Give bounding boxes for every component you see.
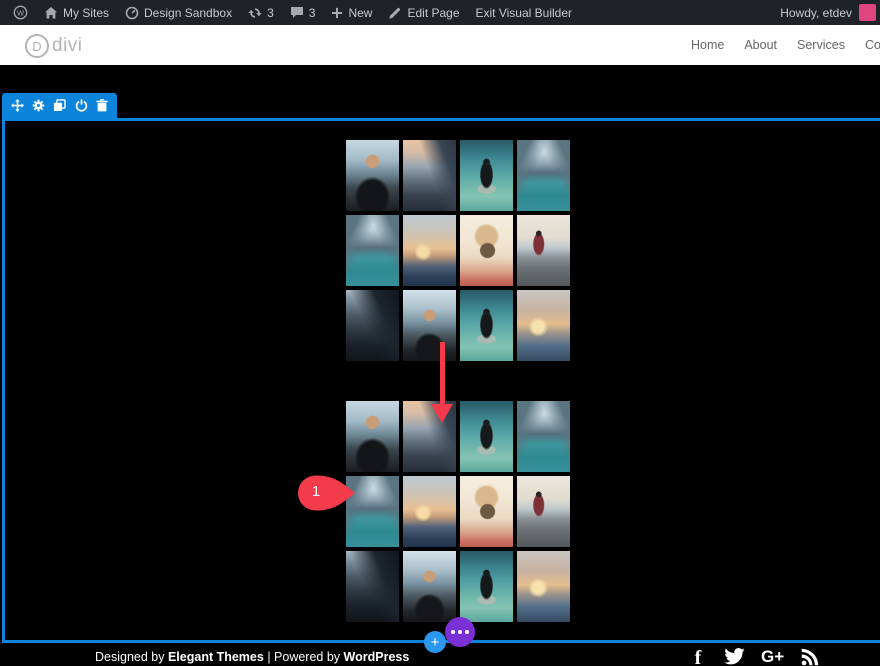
annotation-arrow-line bbox=[440, 342, 445, 405]
page-settings-button[interactable] bbox=[445, 617, 475, 647]
site-header: D divi Home About Services Contact bbox=[0, 25, 880, 65]
nav-item-services[interactable]: Services bbox=[797, 38, 845, 52]
admin-bar-item-label: My Sites bbox=[63, 5, 110, 20]
gallery-image-dark-gorge[interactable] bbox=[346, 290, 399, 361]
gallery-image-glacier-lake[interactable] bbox=[517, 140, 570, 211]
wordpress-link[interactable]: WordPress bbox=[344, 650, 410, 664]
gallery-image-lake-figure[interactable] bbox=[460, 551, 513, 622]
admin-bar-account: Howdy, etdev bbox=[780, 4, 880, 21]
nav-item-home[interactable]: Home bbox=[691, 38, 724, 52]
facebook-icon[interactable]: f bbox=[688, 648, 708, 666]
gallery-image-sea-sunset[interactable] bbox=[403, 476, 456, 547]
move-icon[interactable] bbox=[11, 99, 25, 112]
rss-icon[interactable] bbox=[800, 648, 820, 666]
admin-bar-item-label: 3 bbox=[267, 5, 274, 20]
trash-icon[interactable] bbox=[96, 99, 108, 112]
wordpress-icon: W bbox=[13, 5, 28, 20]
svg-text:W: W bbox=[17, 8, 25, 17]
gallery-module-2[interactable] bbox=[346, 401, 570, 622]
gallery-image-portrait-man-wide[interactable] bbox=[403, 290, 456, 361]
annotation-arrow-head-icon bbox=[431, 404, 453, 423]
duplicate-icon[interactable] bbox=[53, 99, 67, 112]
disable-icon[interactable] bbox=[75, 99, 88, 112]
credit-middle: | Powered by bbox=[263, 650, 344, 664]
twitter-icon[interactable] bbox=[724, 648, 745, 665]
gallery-image-coastal-figure[interactable] bbox=[517, 215, 570, 286]
annotation-step-marker: 1 bbox=[297, 474, 356, 512]
admin-bar-item-label: Edit Page bbox=[407, 5, 460, 20]
gallery-image-lake-figure[interactable] bbox=[460, 290, 513, 361]
logo-text: divi bbox=[52, 35, 83, 56]
nav-item-about[interactable]: About bbox=[744, 38, 777, 52]
google-plus-icon[interactable]: G+ bbox=[761, 648, 784, 665]
gallery-image-lake-figure[interactable] bbox=[460, 401, 513, 472]
gallery-image-glacier-lake[interactable] bbox=[517, 401, 570, 472]
updates-icon bbox=[248, 6, 262, 20]
gallery-image-sun-horizon[interactable] bbox=[517, 290, 570, 361]
footer-credit: Designed by Elegant Themes | Powered by … bbox=[95, 650, 409, 664]
gallery-image-portrait-man[interactable] bbox=[346, 140, 399, 211]
gallery-image-glacier-lake[interactable] bbox=[346, 215, 399, 286]
admin-bar-item-label: Exit Visual Builder bbox=[475, 5, 573, 20]
avatar[interactable] bbox=[859, 4, 876, 21]
admin-bar-item-logo[interactable]: W bbox=[5, 0, 36, 25]
site-logo[interactable]: D divi bbox=[25, 34, 83, 58]
elegant-themes-link[interactable]: Elegant Themes bbox=[168, 650, 264, 664]
gallery-image-portrait-man-wide[interactable] bbox=[403, 551, 456, 622]
admin-bar-item-3[interactable]: 3 bbox=[282, 0, 324, 25]
admin-bar-item-label: 3 bbox=[308, 5, 316, 20]
wp-admin-bar: W My Sites Design Sandbox 3 3 New Edit Page Exi… bbox=[0, 0, 880, 25]
howdy-text[interactable]: Howdy, etdev bbox=[780, 6, 852, 20]
comments-icon bbox=[290, 6, 304, 19]
main-nav: Home About Services Contact bbox=[691, 25, 880, 65]
gallery-image-portrait-man[interactable] bbox=[346, 401, 399, 472]
admin-bar-item-exit-visual-builder[interactable]: Exit Visual Builder bbox=[468, 0, 581, 25]
admin-bar-item-edit-page[interactable]: Edit Page bbox=[380, 0, 467, 25]
gallery-image-coastal-figure[interactable] bbox=[517, 476, 570, 547]
gallery-image-camera-selfie[interactable] bbox=[460, 215, 513, 286]
add-section-button[interactable]: + bbox=[424, 631, 446, 653]
admin-bar-item-my-sites[interactable]: My Sites bbox=[36, 0, 117, 25]
gallery-image-dark-gorge[interactable] bbox=[346, 551, 399, 622]
gallery-image-camera-selfie[interactable] bbox=[460, 476, 513, 547]
gallery-module-1[interactable] bbox=[346, 140, 570, 361]
step-number: 1 bbox=[311, 483, 321, 500]
gallery-image-sea-sunset[interactable] bbox=[403, 215, 456, 286]
admin-bar-item-design-sandbox[interactable]: Design Sandbox bbox=[117, 0, 240, 25]
admin-bar-item-label: New bbox=[348, 5, 373, 20]
gallery-image-lake-figure[interactable] bbox=[460, 140, 513, 211]
admin-bar-items: W My Sites Design Sandbox 3 3 New Edit Page Exi… bbox=[0, 0, 580, 25]
credit-prefix: Designed by bbox=[95, 650, 168, 664]
edit-icon bbox=[388, 6, 402, 20]
gallery-image-mountain-gorge[interactable] bbox=[403, 140, 456, 211]
footer-social-icons: f G+ bbox=[688, 648, 820, 666]
logo-circle-icon: D bbox=[25, 34, 49, 58]
gallery-image-sun-horizon[interactable] bbox=[517, 551, 570, 622]
admin-bar-item-new[interactable]: New bbox=[323, 0, 380, 25]
section-toolbar bbox=[2, 93, 117, 118]
my-sites-icon bbox=[44, 6, 58, 20]
admin-bar-item-label: Design Sandbox bbox=[144, 5, 233, 20]
gear-icon[interactable] bbox=[32, 99, 45, 112]
plus-icon bbox=[331, 7, 343, 19]
nav-item-contact[interactable]: Contact bbox=[865, 38, 880, 52]
screen: W My Sites Design Sandbox 3 3 New Edit Page Exi… bbox=[0, 0, 880, 666]
admin-bar-item-3[interactable]: 3 bbox=[240, 0, 282, 25]
dashboard-icon bbox=[125, 6, 139, 20]
